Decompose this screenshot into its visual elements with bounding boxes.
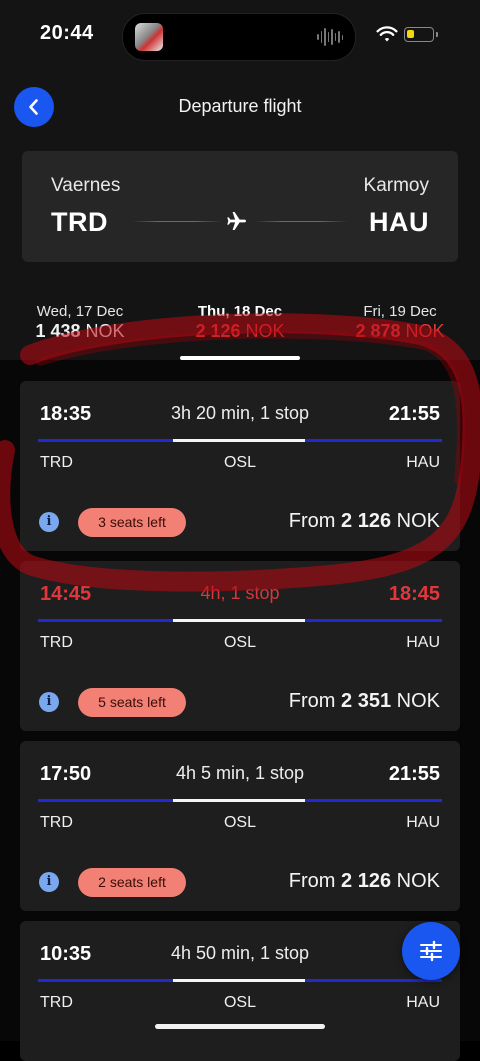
origin-code: TRD xyxy=(51,207,108,237)
flight-price: From 2 351 NOK xyxy=(288,690,440,712)
date-label: Fri, 19 Dec xyxy=(363,303,437,320)
sliders-icon xyxy=(420,940,442,962)
date-price: 2 126 NOK xyxy=(195,321,285,341)
arrival-time: 21:55 xyxy=(388,403,440,425)
seats-left-badge: 3 seats left xyxy=(78,508,186,537)
info-icon[interactable]: i xyxy=(39,692,59,712)
stop-airport: OSL xyxy=(223,634,256,651)
info-icon[interactable]: i xyxy=(39,512,59,532)
dynamic-island xyxy=(122,13,356,61)
route-track xyxy=(38,799,442,802)
date-label: Thu, 18 Dec xyxy=(197,303,283,320)
seats-left-badge: 2 seats left xyxy=(78,868,186,897)
stop-airport: OSL xyxy=(223,814,256,831)
selected-tab-indicator xyxy=(180,356,300,360)
flight-duration: 4h 50 min, 1 stop xyxy=(170,943,310,963)
destination-code: HAU xyxy=(369,207,429,237)
wifi-icon xyxy=(376,26,398,42)
plane-icon xyxy=(227,212,246,230)
home-indicator xyxy=(155,1024,325,1029)
stop-airport: OSL xyxy=(223,994,256,1011)
filter-button[interactable] xyxy=(402,922,460,980)
flight-card[interactable]: 17:50 4h 5 min, 1 stop 21:55 TRD OSL HAU… xyxy=(20,741,460,911)
info-icon[interactable]: i xyxy=(39,872,59,892)
battery-icon xyxy=(404,27,438,42)
route-summary-card: Vaernes TRD Karmoy HAU xyxy=(22,151,458,262)
date-price: 1 438 NOK xyxy=(35,321,125,341)
date-tab-fri-19-dec[interactable]: Fri, 19 Dec 2 878 NOK xyxy=(330,303,470,342)
audio-waveform-icon xyxy=(317,26,343,48)
destination-airport: HAU xyxy=(406,994,440,1011)
date-tab-thu-18-dec[interactable]: Thu, 18 Dec 2 126 NOK xyxy=(170,303,310,342)
origin-city: Vaernes xyxy=(51,175,121,196)
route-line-left xyxy=(132,221,222,222)
status-time: 20:44 xyxy=(40,22,94,44)
flight-card[interactable]: 10:35 4h 50 min, 1 stop 15 TRD OSL HAU xyxy=(20,921,460,1061)
route-track xyxy=(38,439,442,442)
flight-card[interactable]: 18:35 3h 20 min, 1 stop 21:55 TRD OSL HA… xyxy=(20,381,460,551)
flight-card[interactable]: 14:45 4h, 1 stop 18:45 TRD OSL HAU i 5 s… xyxy=(20,561,460,731)
now-playing-thumbnail xyxy=(135,23,163,51)
flight-price: From 2 126 NOK xyxy=(288,510,440,532)
arrival-time: 21:55 xyxy=(388,763,440,785)
route-track xyxy=(38,979,442,982)
seats-left-badge: 5 seats left xyxy=(78,688,186,717)
date-tab-wed-17-dec[interactable]: Wed, 17 Dec 1 438 NOK xyxy=(10,303,150,342)
destination-airport: HAU xyxy=(406,454,440,471)
destination-airport: HAU xyxy=(406,814,440,831)
page-title: Departure flight xyxy=(178,96,302,116)
date-label: Wed, 17 Dec xyxy=(36,303,124,320)
destination-city: Karmoy xyxy=(363,175,429,196)
date-price: 2 878 NOK xyxy=(355,321,445,341)
route-line-right xyxy=(254,221,348,222)
flight-price: From 2 126 NOK xyxy=(288,870,440,892)
arrival-time: 18:45 xyxy=(388,583,440,605)
route-track xyxy=(38,619,442,622)
stop-airport: OSL xyxy=(223,454,256,471)
destination-airport: HAU xyxy=(406,634,440,651)
